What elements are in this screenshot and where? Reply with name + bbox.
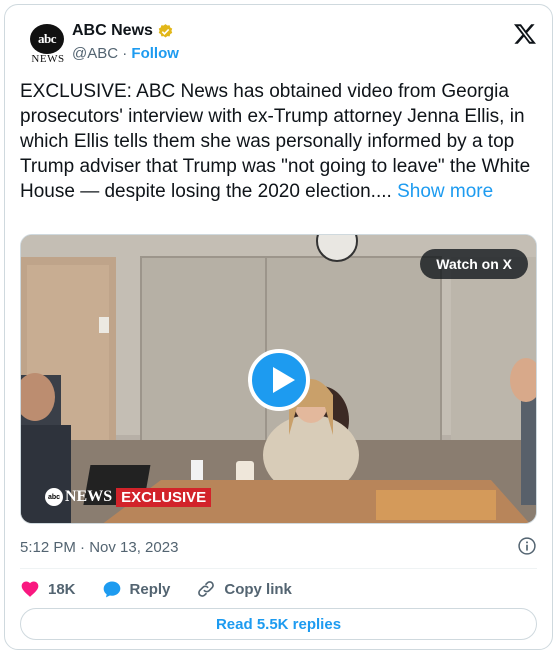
verified-badge-icon: [158, 23, 173, 38]
abc-news-exclusive-badge: abc NEWS EXCLUSIVE: [45, 487, 212, 507]
info-icon[interactable]: [517, 536, 537, 556]
avatar[interactable]: abc NEWS: [28, 24, 68, 65]
badge-exclusive-label: EXCLUSIVE: [116, 487, 212, 507]
copy-link-button[interactable]: Copy link: [196, 579, 292, 599]
avatar-logo: abc: [30, 24, 64, 54]
show-more-link[interactable]: Show more: [397, 181, 493, 202]
tweet-card[interactable]: abc NEWS ABC News @ABC · Follow EXCLUSIV…: [4, 4, 553, 650]
tweet-timestamp[interactable]: 5:12 PM · Nov 13, 2023: [20, 539, 178, 556]
copy-link-label: Copy link: [224, 580, 292, 598]
tweet-text: EXCLUSIVE: ABC News has obtained video f…: [20, 79, 538, 204]
author-handle-row: @ABC · Follow: [72, 45, 179, 62]
like-count: 18K: [48, 580, 76, 598]
separator-dot: ·: [122, 45, 128, 62]
link-icon: [198, 581, 215, 597]
action-bar: 18K Reply Copy link: [20, 577, 318, 601]
tweet-header: abc NEWS ABC News @ABC · Follow: [20, 20, 537, 65]
watch-on-x-button[interactable]: Watch on X: [420, 249, 528, 279]
reply-button[interactable]: Reply: [102, 579, 171, 599]
reply-icon: [103, 581, 120, 598]
divider: [20, 568, 537, 569]
author-name[interactable]: ABC News: [72, 22, 153, 40]
author-name-row[interactable]: ABC News: [72, 22, 174, 40]
author-handle[interactable]: @ABC: [72, 45, 118, 62]
reply-label: Reply: [129, 580, 171, 598]
video-media[interactable]: Watch on X abc NEWS EXCLUSIVE: [20, 234, 537, 524]
badge-news-label: NEWS: [65, 488, 113, 505]
avatar-subtext: NEWS: [31, 53, 65, 65]
x-logo-icon[interactable]: [513, 22, 537, 46]
like-button[interactable]: 18K: [20, 579, 76, 599]
heart-icon: [21, 581, 39, 597]
follow-button[interactable]: Follow: [131, 45, 179, 62]
play-icon[interactable]: [248, 349, 310, 411]
read-replies-button[interactable]: Read 5.5K replies: [20, 608, 537, 640]
abc-logo-icon: abc: [45, 488, 63, 506]
